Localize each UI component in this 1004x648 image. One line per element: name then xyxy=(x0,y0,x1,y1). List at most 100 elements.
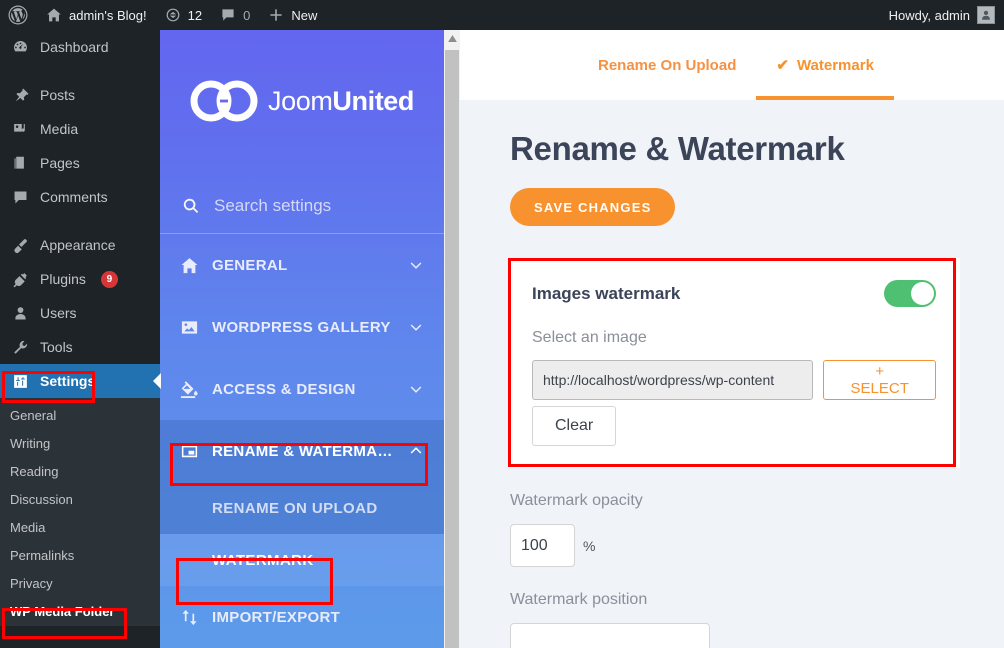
ju-menu-label: ACCESS & DESIGN xyxy=(212,380,356,398)
sidebar-item-dashboard[interactable]: Dashboard xyxy=(0,30,160,64)
ju-menu-label: IMPORT/EXPORT xyxy=(212,608,341,626)
sidebar-item-label: Tools xyxy=(40,339,73,355)
submenu-item-media[interactable]: Media xyxy=(0,514,160,542)
chevron-down-icon xyxy=(408,319,424,335)
images-watermark-card: Images watermark Select an image + SELEC… xyxy=(508,258,960,468)
chevron-up-icon xyxy=(408,443,424,459)
joomunited-rings-icon xyxy=(190,78,258,124)
wp-admin-sidebar: Dashboard Posts Media Pages Comments App… xyxy=(0,30,160,648)
submenu-item-wp-media-folder[interactable]: WP Media Folder xyxy=(0,598,160,626)
ju-menu-item-rename-watermark[interactable]: RENAME & WATERMA… xyxy=(160,420,444,482)
updates-count: 12 xyxy=(187,7,203,23)
ju-submenu-watermark[interactable]: WATERMARK xyxy=(160,534,444,586)
menu-separator xyxy=(0,214,160,228)
import-export-icon xyxy=(180,608,212,627)
submenu-label: General xyxy=(10,408,57,423)
wordpress-icon xyxy=(8,5,28,25)
scrollbar-thumb[interactable] xyxy=(445,50,459,648)
sidebar-item-pages[interactable]: Pages xyxy=(0,146,160,180)
submenu-item-general[interactable]: General xyxy=(0,402,160,430)
sidebar-item-settings[interactable]: Settings xyxy=(0,364,160,398)
main-content: Rename On Upload ✔ Watermark Rename & Wa… xyxy=(460,30,1004,648)
search-placeholder: Search settings xyxy=(214,195,332,215)
watermark-image-url-input[interactable] xyxy=(532,360,814,400)
comment-icon xyxy=(220,7,236,23)
ju-submenu-label: WATERMARK xyxy=(212,551,314,569)
new-content-menu[interactable]: New xyxy=(259,0,326,30)
my-account-menu[interactable]: Howdy, admin xyxy=(880,0,1004,30)
ju-submenu-rename-on-upload[interactable]: RENAME ON UPLOAD xyxy=(160,482,444,534)
ju-menu-item-wordpress-gallery[interactable]: WORDPRESS GALLERY xyxy=(160,296,444,358)
paint-bucket-icon xyxy=(180,380,212,399)
submenu-label: Writing xyxy=(10,436,51,451)
save-changes-button[interactable]: SAVE CHANGES xyxy=(510,188,676,226)
ju-submenu-label: RENAME ON UPLOAD xyxy=(212,499,378,517)
media-icon xyxy=(10,121,30,138)
sidebar-item-label: Pages xyxy=(40,155,80,171)
sidebar-item-label: Users xyxy=(40,305,77,321)
submenu-item-privacy[interactable]: Privacy xyxy=(0,570,160,598)
sidebar-item-label: Comments xyxy=(40,189,108,205)
sidebar-item-posts[interactable]: Posts xyxy=(0,78,160,112)
image-icon xyxy=(180,318,212,337)
site-name-menu[interactable]: admin's Blog! xyxy=(37,0,156,30)
wrench-icon xyxy=(10,339,30,356)
sidebar-item-plugins[interactable]: Plugins 9 xyxy=(0,262,160,296)
watermark-opacity-label: Watermark opacity xyxy=(510,492,643,509)
tab-watermark[interactable]: ✔ Watermark xyxy=(756,30,894,100)
howdy-label: Howdy, admin xyxy=(888,7,970,23)
dashboard-icon xyxy=(10,39,30,56)
images-watermark-title: Images watermark xyxy=(532,283,681,303)
watermark-opacity-input[interactable] xyxy=(510,524,575,567)
clear-image-button[interactable]: Clear xyxy=(532,406,617,446)
settings-search[interactable]: Search settings xyxy=(160,178,444,234)
sidebar-item-users[interactable]: Users xyxy=(0,296,160,330)
plugins-update-badge: 9 xyxy=(100,270,118,288)
submenu-label: Reading xyxy=(10,464,59,479)
comments-menu[interactable]: 0 xyxy=(211,0,259,30)
updates-icon xyxy=(165,7,181,23)
plus-icon xyxy=(268,7,284,23)
sidebar-item-comments[interactable]: Comments xyxy=(0,180,160,214)
select-image-button[interactable]: + SELECT xyxy=(823,360,936,400)
wordpress-admin-screen: admin's Blog! 12 0 New Howdy, admin Dash… xyxy=(0,0,1004,648)
ju-menu-item-access-design[interactable]: ACCESS & DESIGN xyxy=(160,358,444,420)
new-label: New xyxy=(291,7,318,23)
tab-rename-on-upload[interactable]: Rename On Upload xyxy=(578,30,756,100)
sidebar-item-label: Dashboard xyxy=(40,39,109,55)
pages-icon xyxy=(10,155,30,172)
watermark-position-select[interactable] xyxy=(510,623,710,648)
submenu-label: Discussion xyxy=(10,492,73,507)
sidebar-item-tools[interactable]: Tools xyxy=(0,330,160,364)
logo-text-bold: United xyxy=(332,85,415,116)
sidebar-item-media[interactable]: Media xyxy=(0,112,160,146)
ju-menu-item-import-export[interactable]: IMPORT/EXPORT xyxy=(160,586,444,648)
submenu-item-writing[interactable]: Writing xyxy=(0,430,160,458)
ju-menu-label: WORDPRESS GALLERY xyxy=(212,318,391,336)
submenu-item-discussion[interactable]: Discussion xyxy=(0,486,160,514)
rename-watermark-icon xyxy=(180,442,212,461)
search-icon xyxy=(182,197,200,215)
submenu-label: Permalinks xyxy=(10,548,75,563)
chevron-down-icon xyxy=(408,381,424,397)
page-title: Rename & Watermark xyxy=(510,130,845,167)
sidebar-item-label: Media xyxy=(40,121,79,137)
sidebar-item-appearance[interactable]: Appearance xyxy=(0,228,160,262)
ju-menu-label: GENERAL xyxy=(212,256,288,274)
tab-label: Watermark xyxy=(796,56,874,74)
menu-separator xyxy=(0,64,160,78)
wp-logo-menu[interactable] xyxy=(0,0,37,30)
images-watermark-toggle[interactable] xyxy=(884,280,936,307)
comments-count: 0 xyxy=(243,7,251,23)
updates-menu[interactable]: 12 xyxy=(156,0,211,30)
site-name-label: admin's Blog! xyxy=(69,7,147,23)
scroll-up-arrow-icon[interactable] xyxy=(444,30,460,47)
submenu-item-permalinks[interactable]: Permalinks xyxy=(0,542,160,570)
submenu-item-reading[interactable]: Reading xyxy=(0,458,160,486)
ju-menu-label: RENAME & WATERMA… xyxy=(212,442,393,460)
ju-menu-item-general[interactable]: GENERAL xyxy=(160,234,444,296)
panel-scrollbar[interactable] xyxy=(444,30,460,648)
joomunited-logo-text: JoomUnited xyxy=(268,86,414,117)
select-an-image-label: Select an image xyxy=(532,329,647,346)
home-icon xyxy=(46,7,62,23)
